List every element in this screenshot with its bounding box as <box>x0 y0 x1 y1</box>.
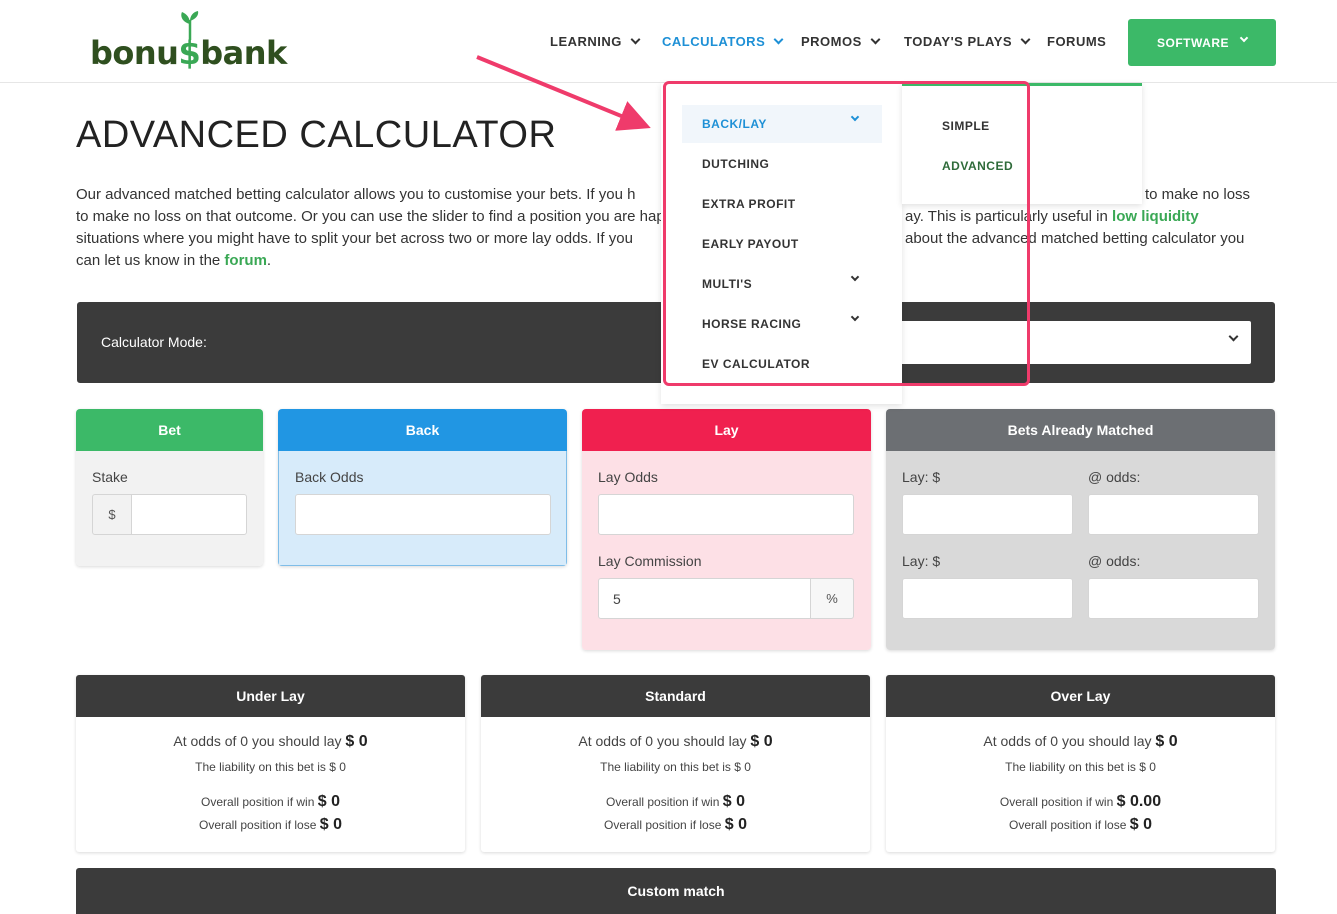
under-lay-amount: $ 0 <box>345 733 368 750</box>
lay-card-title: Lay <box>582 409 871 451</box>
forum-link[interactable]: forum <box>224 252 267 269</box>
nav-forums[interactable]: FORUMS <box>1047 34 1106 49</box>
bet-card: Bet Stake $ <box>76 409 263 566</box>
matched-lay-input-1[interactable] <box>902 494 1073 535</box>
back-odds-input[interactable] <box>295 494 551 535</box>
submenu-item-simple[interactable]: SIMPLE <box>942 119 990 133</box>
lay-card: Lay Lay Odds Lay Commission 5 % <box>582 409 871 650</box>
lay-odds-input[interactable] <box>598 494 854 535</box>
under-lay-title: Under Lay <box>76 675 465 717</box>
back-lay-submenu: SIMPLE ADVANCED <box>902 83 1142 204</box>
matched-card-title: Bets Already Matched <box>886 409 1275 451</box>
nav-learning[interactable]: LEARNING <box>550 34 641 49</box>
back-odds-label: Back Odds <box>295 469 364 485</box>
matched-odds-input-2[interactable] <box>1088 578 1259 619</box>
under-lay-lose: $ 0 <box>319 816 342 833</box>
page-title: ADVANCED CALCULATOR <box>76 114 557 156</box>
chevron-down-icon <box>850 112 860 122</box>
back-card: Back Back Odds <box>278 409 567 566</box>
site-header: bonu$bank LEARNING CALCULATORS PROMOS TO… <box>0 0 1337 83</box>
bet-card-title: Bet <box>76 409 263 451</box>
standard-liability: The liability on this bet is $ 0 <box>600 760 751 774</box>
intro-line-4: can let us know in the forum. <box>76 252 272 269</box>
matched-lay-label-2: Lay: $ <box>902 553 941 569</box>
matched-lay-label: Lay: $ <box>902 469 941 485</box>
stake-input[interactable] <box>131 494 247 535</box>
over-lay-title: Over Lay <box>886 675 1275 717</box>
over-lay-lose: $ 0 <box>1129 816 1152 833</box>
software-button[interactable]: SOFTWARE <box>1128 19 1276 66</box>
standard-amount: $ 0 <box>750 733 773 750</box>
calculator-mode-label: Calculator Mode: <box>101 334 207 350</box>
intro-line-2: to make no loss on that outcome. Or you … <box>76 208 745 225</box>
stake-label: Stake <box>92 469 128 485</box>
bonusbank-logo[interactable]: bonu$bank <box>90 10 300 74</box>
percent-addon: % <box>810 578 854 619</box>
standard-lose: $ 0 <box>724 816 747 833</box>
matched-odds-label: @ odds: <box>1088 469 1141 485</box>
calculator-mode-select[interactable] <box>897 321 1251 364</box>
intro-line-3: situations where you might have to split… <box>76 230 633 247</box>
menu-item-early-payout[interactable]: EARLY PAYOUT <box>682 225 882 263</box>
intro-line-3b: about the advanced matched betting calcu… <box>905 230 1245 247</box>
nav-todays-plays[interactable]: TODAY'S PLAYS <box>904 34 1031 49</box>
chevron-down-icon <box>1228 331 1239 342</box>
chevron-down-icon <box>850 312 860 322</box>
menu-item-extra-profit[interactable]: EXTRA PROFIT <box>682 185 882 223</box>
chevron-down-icon <box>1239 33 1249 42</box>
intro-line-2b: ay. This is particularly useful in low l… <box>905 208 1199 225</box>
chevron-down-icon <box>773 34 784 45</box>
over-lay-liability: The liability on this bet is $ 0 <box>1005 760 1156 774</box>
menu-item-ev-calculator[interactable]: EV CALCULATOR <box>682 345 882 383</box>
matched-odds-input-1[interactable] <box>1088 494 1259 535</box>
chevron-down-icon <box>630 34 641 45</box>
lay-commission-label: Lay Commission <box>598 553 702 569</box>
matched-odds-label-2: @ odds: <box>1088 553 1141 569</box>
logo-text: bonu$bank <box>90 34 287 72</box>
custom-match-header: Custom match <box>76 868 1276 914</box>
standard-panel: Standard At odds of 0 you should lay $ 0… <box>481 675 870 852</box>
over-lay-amount: $ 0 <box>1155 733 1178 750</box>
currency-addon: $ <box>92 494 132 535</box>
menu-item-multis[interactable]: MULTI'S <box>682 265 882 303</box>
nav-promos[interactable]: PROMOS <box>801 34 881 49</box>
intro-line-1b: to make no loss <box>1145 186 1251 203</box>
chevron-down-icon <box>870 34 881 45</box>
matched-lay-input-2[interactable] <box>902 578 1073 619</box>
under-lay-panel: Under Lay At odds of 0 you should lay $ … <box>76 675 465 852</box>
standard-title: Standard <box>481 675 870 717</box>
over-lay-panel: Over Lay At odds of 0 you should lay $ 0… <box>886 675 1275 852</box>
lay-commission-input[interactable]: 5 <box>598 578 811 619</box>
chevron-down-icon <box>1020 34 1031 45</box>
bets-already-matched-card: Bets Already Matched Lay: $ @ odds: Lay:… <box>886 409 1275 650</box>
over-lay-win: $ 0.00 <box>1116 793 1162 810</box>
under-lay-liability: The liability on this bet is $ 0 <box>195 760 346 774</box>
standard-win: $ 0 <box>722 793 745 810</box>
lay-odds-label: Lay Odds <box>598 469 658 485</box>
nav-calculators[interactable]: CALCULATORS <box>662 34 784 49</box>
menu-item-horse-racing[interactable]: HORSE RACING <box>682 305 882 343</box>
under-lay-win: $ 0 <box>317 793 340 810</box>
calculators-dropdown: BACK/LAY DUTCHING EXTRA PROFIT EARLY PAY… <box>661 83 902 404</box>
menu-item-back-lay[interactable]: BACK/LAY <box>682 105 882 143</box>
chevron-down-icon <box>850 272 860 282</box>
intro-line-1: Our advanced matched betting calculator … <box>76 186 636 203</box>
submenu-item-advanced[interactable]: ADVANCED <box>942 159 1013 173</box>
low-liquidity-link[interactable]: low liquidity <box>1112 208 1199 225</box>
menu-item-dutching[interactable]: DUTCHING <box>682 145 882 183</box>
back-card-title: Back <box>278 409 567 451</box>
